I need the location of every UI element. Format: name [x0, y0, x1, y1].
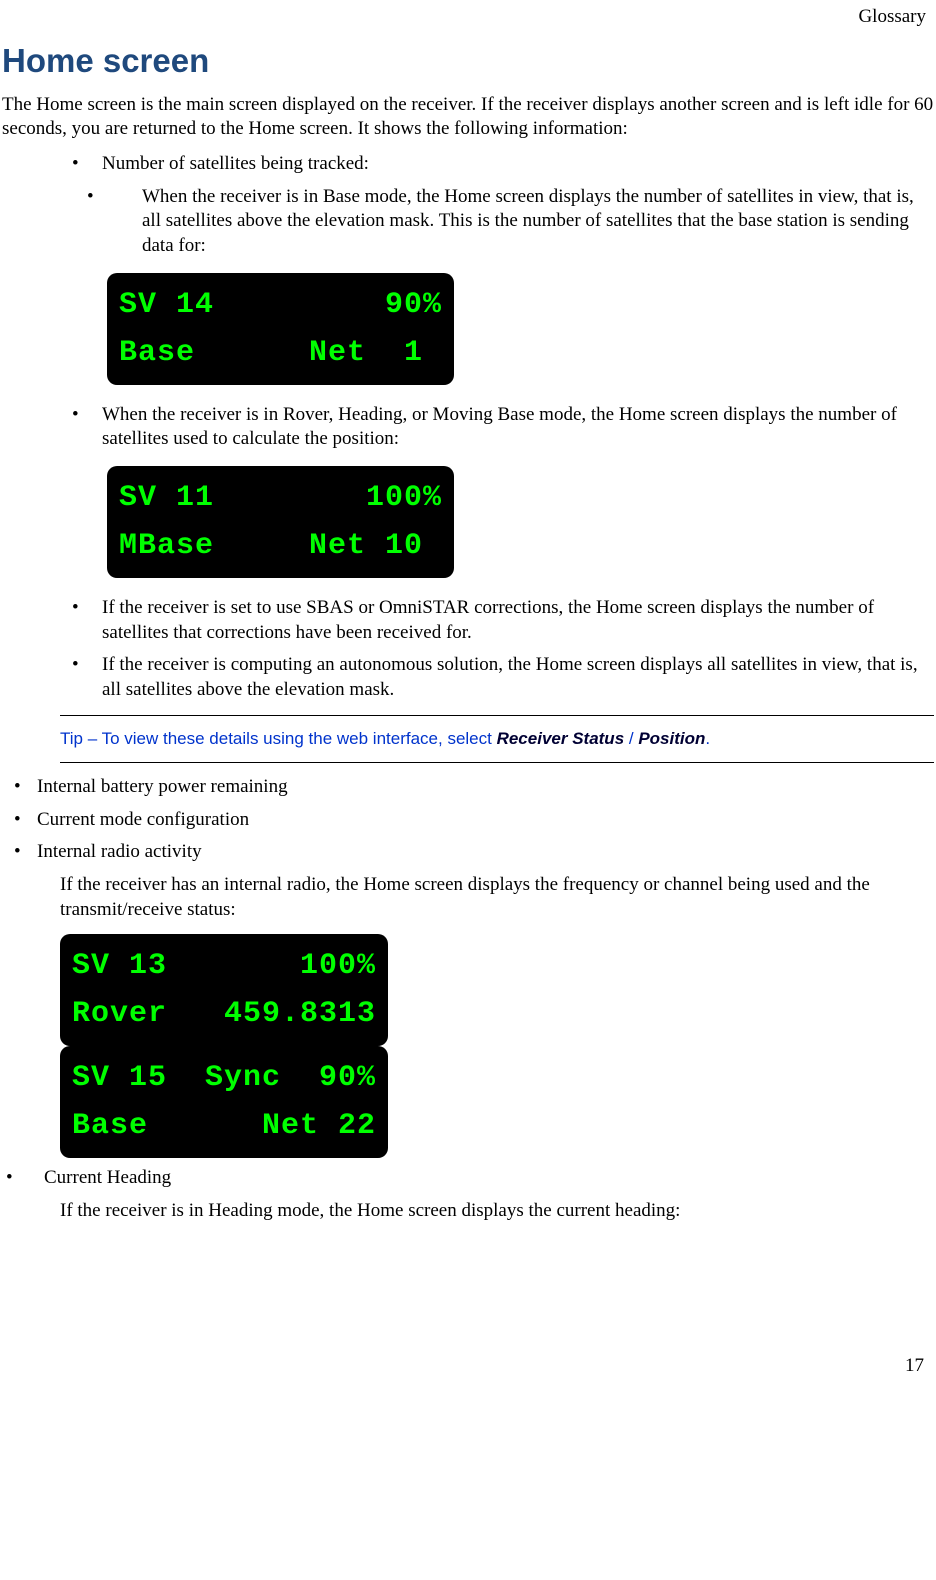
- bullet-mode-config: Current mode configuration: [2, 808, 934, 833]
- tip-prefix: Tip – To view these details using the we…: [60, 729, 497, 748]
- lcd-screenshot-sync: SV 15 Sync 90% Base Net 22: [60, 1046, 388, 1158]
- lcd3b-line2: Base Net 22: [72, 1109, 376, 1143]
- intro-paragraph: The Home screen is the main screen displ…: [2, 93, 934, 142]
- lcd1-line2: Base Net 1: [119, 336, 423, 370]
- bullet-battery: Internal battery power remaining: [2, 775, 934, 800]
- bullet-heading: Current Heading: [2, 1166, 934, 1191]
- tip-bold-2: Position: [638, 729, 705, 748]
- lcd2-line2: MBase Net 10: [119, 529, 423, 563]
- bullet-autonomous: If the receiver is computing an autonomo…: [2, 653, 934, 702]
- lcd-screenshot-base: SV 14 90% Base Net 1: [107, 273, 454, 385]
- radio-description: If the receiver has an internal radio, t…: [2, 873, 934, 922]
- bullet-rover-mode: When the receiver is in Rover, Heading, …: [2, 403, 934, 452]
- bullet-satellites: Number of satellites being tracked:: [2, 152, 934, 177]
- lcd3b-line1: SV 15 Sync 90%: [72, 1061, 376, 1095]
- tip-bold-1: Receiver Status: [497, 729, 625, 748]
- bullet-base-mode: When the receiver is in Base mode, the H…: [2, 185, 934, 259]
- lcd1-line1: SV 14 90%: [119, 288, 442, 322]
- bullet-sbas: If the receiver is set to use SBAS or Om…: [2, 596, 934, 645]
- page-title: Home screen: [2, 40, 934, 83]
- divider-bottom: [60, 762, 934, 763]
- page-number: 17: [2, 1354, 934, 1379]
- lcd3a-line2: Rover 459.8313: [72, 997, 376, 1031]
- tip-suffix: .: [705, 729, 710, 748]
- heading-description: If the receiver is in Heading mode, the …: [2, 1199, 934, 1224]
- lcd-screenshot-mbase: SV 11 100% MBase Net 10: [107, 466, 454, 578]
- lcd2-line1: SV 11 100%: [119, 481, 442, 515]
- lcd3a-line1: SV 13 100%: [72, 949, 376, 983]
- header-glossary: Glossary: [0, 0, 936, 30]
- lcd-screenshot-rover: SV 13 100% Rover 459.8313: [60, 934, 388, 1046]
- tip-text: Tip – To view these details using the we…: [60, 728, 934, 750]
- bullet-radio: Internal radio activity: [2, 840, 934, 865]
- tip-mid: /: [624, 729, 638, 748]
- divider-top: [60, 715, 934, 716]
